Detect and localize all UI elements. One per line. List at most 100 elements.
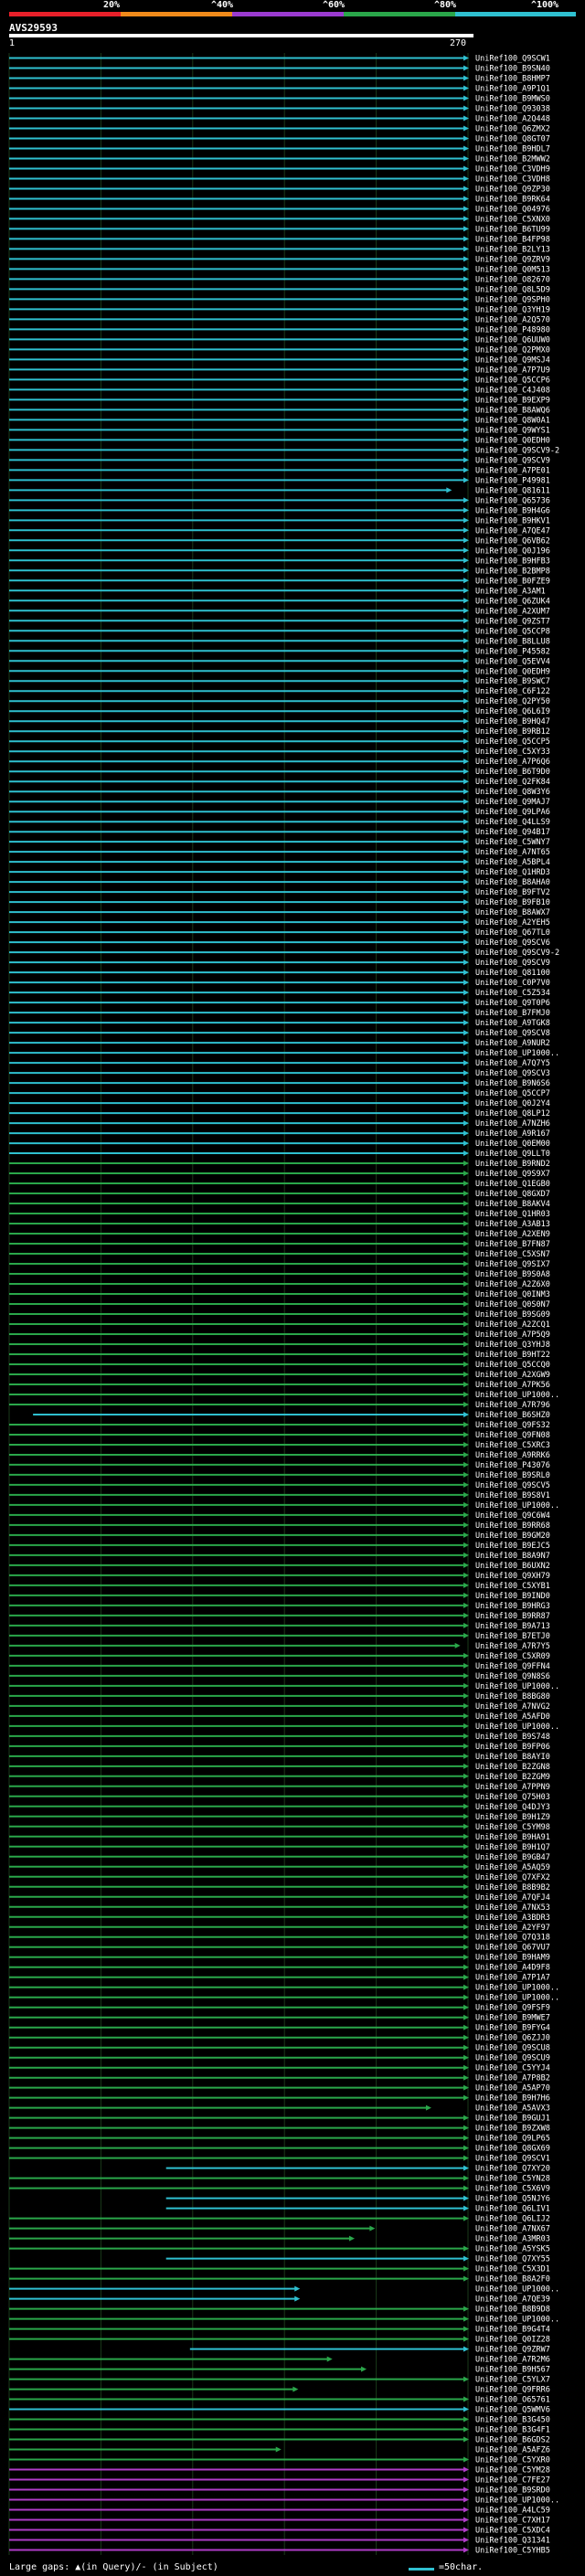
- hit-row[interactable]: UniRef100_Q9LPA6: [9, 808, 550, 817]
- hit-row[interactable]: UniRef100_B9S748: [9, 1733, 550, 1742]
- hit-row[interactable]: UniRef100_Q9MSJ4: [9, 355, 550, 365]
- hit-label[interactable]: UniRef100_Q0EM00: [475, 1140, 550, 1149]
- hit-label[interactable]: UniRef100_A7P8B2: [475, 2074, 550, 2083]
- hit-label[interactable]: UniRef100_Q9FSF9: [475, 2004, 550, 2013]
- hit-label[interactable]: UniRef100_B9RR68: [475, 1521, 550, 1531]
- hit-label[interactable]: UniRef100_B8A9N7: [475, 1552, 550, 1561]
- hit-label[interactable]: UniRef100_Q9WYS1: [475, 426, 550, 435]
- hit-row[interactable]: UniRef100_C5X3D1: [9, 2265, 550, 2274]
- hit-row[interactable]: UniRef100_Q9MAJ7: [9, 798, 550, 807]
- hit-row[interactable]: UniRef100_B8AWQ6: [9, 406, 550, 415]
- hit-row[interactable]: UniRef100_Q3YH19: [9, 305, 550, 314]
- hit-label[interactable]: UniRef100_Q04976: [475, 205, 550, 214]
- hit-row[interactable]: UniRef100_A2XGW9: [9, 1371, 550, 1380]
- hit-row[interactable]: UniRef100_Q9C6W4: [9, 1511, 550, 1521]
- hit-label[interactable]: UniRef100_C3VDH8: [475, 175, 550, 184]
- hit-label[interactable]: UniRef100_A3AM1: [475, 587, 546, 596]
- hit-label[interactable]: UniRef100_P43076: [475, 1461, 550, 1470]
- hit-row[interactable]: UniRef100_Q6VB62: [9, 536, 550, 546]
- hit-row[interactable]: UniRef100_Q0M513: [9, 265, 550, 274]
- hit-row[interactable]: UniRef100_B8A2F0: [9, 2275, 550, 2284]
- hit-label[interactable]: UniRef100_A5AFD0: [475, 1712, 550, 1722]
- hit-label[interactable]: UniRef100_Q9C6W4: [475, 1511, 550, 1521]
- hit-label[interactable]: UniRef100_A7PPN9: [475, 1783, 550, 1792]
- hit-row[interactable]: UniRef100_A7P5Q9: [9, 1330, 550, 1340]
- hit-row[interactable]: UniRef100_B9RK64: [9, 195, 550, 204]
- hit-row[interactable]: UniRef100_B9FB10: [9, 898, 550, 907]
- hit-row[interactable]: UniRef100_Q3YHJ8: [9, 1341, 550, 1350]
- hit-row[interactable]: UniRef100_Q6LIV1: [165, 2205, 550, 2214]
- hit-row[interactable]: UniRef100_B9IND0: [9, 1592, 550, 1601]
- hit-label[interactable]: UniRef100_B2LY13: [475, 245, 550, 254]
- hit-label[interactable]: UniRef100_Q1HR03: [475, 1210, 550, 1219]
- hit-row[interactable]: UniRef100_B9RR68: [9, 1521, 550, 1531]
- hit-row[interactable]: UniRef100_A2XUM7: [9, 607, 550, 616]
- hit-label[interactable]: UniRef100_C5Z534: [475, 989, 550, 998]
- hit-label[interactable]: UniRef100_Q7Q318: [475, 1934, 550, 1943]
- hit-label[interactable]: UniRef100_B9SRL0: [475, 1471, 550, 1480]
- hit-row[interactable]: UniRef100_C5XYB1: [9, 1582, 550, 1591]
- hit-label[interactable]: UniRef100_C5XR09: [475, 1652, 550, 1661]
- hit-label[interactable]: UniRef100_C5XSN7: [475, 1250, 550, 1259]
- hit-label[interactable]: UniRef100_Q9FFN4: [475, 1662, 550, 1671]
- hit-label[interactable]: UniRef100_B8LLU8: [475, 637, 550, 646]
- hit-row[interactable]: UniRef100_Q9LP65: [9, 2135, 550, 2144]
- hit-label[interactable]: UniRef100_B9HFB3: [475, 557, 550, 566]
- hit-row[interactable]: UniRef100_B9GB47: [9, 1853, 550, 1862]
- hit-label[interactable]: UniRef100_Q6VB62: [475, 536, 550, 546]
- hit-label[interactable]: UniRef100_Q9N8S6: [475, 1672, 550, 1681]
- hit-label[interactable]: UniRef100_B8B9B2: [475, 1883, 550, 1892]
- hit-label[interactable]: UniRef100_UP1000..: [475, 1049, 559, 1058]
- hit-label[interactable]: UniRef100_Q2FK84: [475, 778, 550, 787]
- hit-row[interactable]: UniRef100_C5XSN7: [9, 1250, 550, 1259]
- hit-label[interactable]: UniRef100_Q9MAJ7: [475, 798, 550, 807]
- hit-label[interactable]: UniRef100_B8AYI0: [475, 1753, 550, 1762]
- hit-label[interactable]: UniRef100_B9SN40: [475, 64, 550, 73]
- hit-label[interactable]: UniRef100_C5YN28: [475, 2175, 550, 2184]
- hit-row[interactable]: UniRef100_B6TU99: [9, 225, 550, 234]
- hit-row[interactable]: UniRef100_B8B9B2: [9, 1883, 550, 1892]
- hit-row[interactable]: UniRef100_C6F122: [9, 687, 550, 696]
- hit-row[interactable]: UniRef100_Q5CCP7: [9, 1089, 550, 1098]
- hit-label[interactable]: UniRef100_B6UXN2: [475, 1562, 550, 1571]
- hit-row[interactable]: UniRef100_Q5CCP5: [9, 737, 550, 747]
- hit-label[interactable]: UniRef100_B9GB47: [475, 1853, 550, 1862]
- hit-row[interactable]: UniRef100_Q81100: [9, 969, 550, 978]
- hit-label[interactable]: UniRef100_Q8W3Y6: [475, 788, 550, 797]
- hit-row[interactable]: UniRef100_B9RND2: [9, 1160, 550, 1169]
- hit-label[interactable]: UniRef100_A9RRK6: [475, 1451, 550, 1460]
- hit-label[interactable]: UniRef100_C5YM98: [475, 1823, 550, 1832]
- hit-row[interactable]: UniRef100_B9MWE7: [9, 2014, 550, 2023]
- hit-label[interactable]: UniRef100_Q5CCP6: [475, 376, 550, 385]
- hit-label[interactable]: UniRef100_Q9SPH0: [475, 295, 550, 304]
- hit-label[interactable]: UniRef100_Q5NJY6: [475, 2195, 550, 2204]
- hit-label[interactable]: UniRef100_Q9LPA6: [475, 808, 550, 817]
- hit-row[interactable]: UniRef100_A7QE47: [9, 526, 550, 535]
- hit-label[interactable]: UniRef100_Q8GT07: [475, 134, 550, 143]
- hit-row[interactable]: UniRef100_Q0EDH0: [9, 436, 550, 445]
- hit-row[interactable]: UniRef100_P48980: [9, 325, 550, 334]
- hit-label[interactable]: UniRef100_A5AQ59: [475, 1863, 550, 1872]
- hit-row[interactable]: UniRef100_B9HT22: [9, 1351, 550, 1360]
- hit-row[interactable]: UniRef100_Q5CCP8: [9, 627, 550, 636]
- hit-label[interactable]: UniRef100_UP1000..: [475, 2496, 559, 2506]
- hit-row[interactable]: UniRef100_Q4LLS9: [9, 818, 550, 827]
- hit-label[interactable]: UniRef100_Q5CCP8: [475, 627, 550, 636]
- hit-row[interactable]: UniRef100_A5AP70: [9, 2084, 550, 2094]
- hit-label[interactable]: UniRef100_B9HQ47: [475, 717, 550, 726]
- hit-label[interactable]: UniRef100_A3AB13: [475, 1220, 550, 1229]
- hit-row[interactable]: UniRef100_B6T9D0: [9, 768, 550, 777]
- hit-row[interactable]: UniRef100_C5XDC4: [9, 2527, 550, 2536]
- hit-label[interactable]: UniRef100_Q9SCV3: [475, 1069, 550, 1078]
- hit-label[interactable]: UniRef100_Q65736: [475, 496, 550, 505]
- hit-label[interactable]: UniRef100_Q67TL0: [475, 928, 550, 938]
- hit-row[interactable]: UniRef100_Q8W0A1: [9, 416, 550, 425]
- hit-label[interactable]: UniRef100_A7NVG2: [475, 1702, 550, 1712]
- hit-row[interactable]: UniRef100_B9SWC7: [9, 677, 550, 686]
- hit-row[interactable]: UniRef100_A2YF97: [9, 1924, 550, 1933]
- hit-label[interactable]: UniRef100_Q9FS32: [475, 1421, 550, 1430]
- hit-label[interactable]: UniRef100_Q1EGB0: [475, 1180, 550, 1189]
- hit-label[interactable]: UniRef100_B4FP98: [475, 235, 550, 244]
- hit-row[interactable]: UniRef100_A3AM1: [9, 587, 546, 596]
- hit-label[interactable]: UniRef100_C3VDH9: [475, 164, 550, 174]
